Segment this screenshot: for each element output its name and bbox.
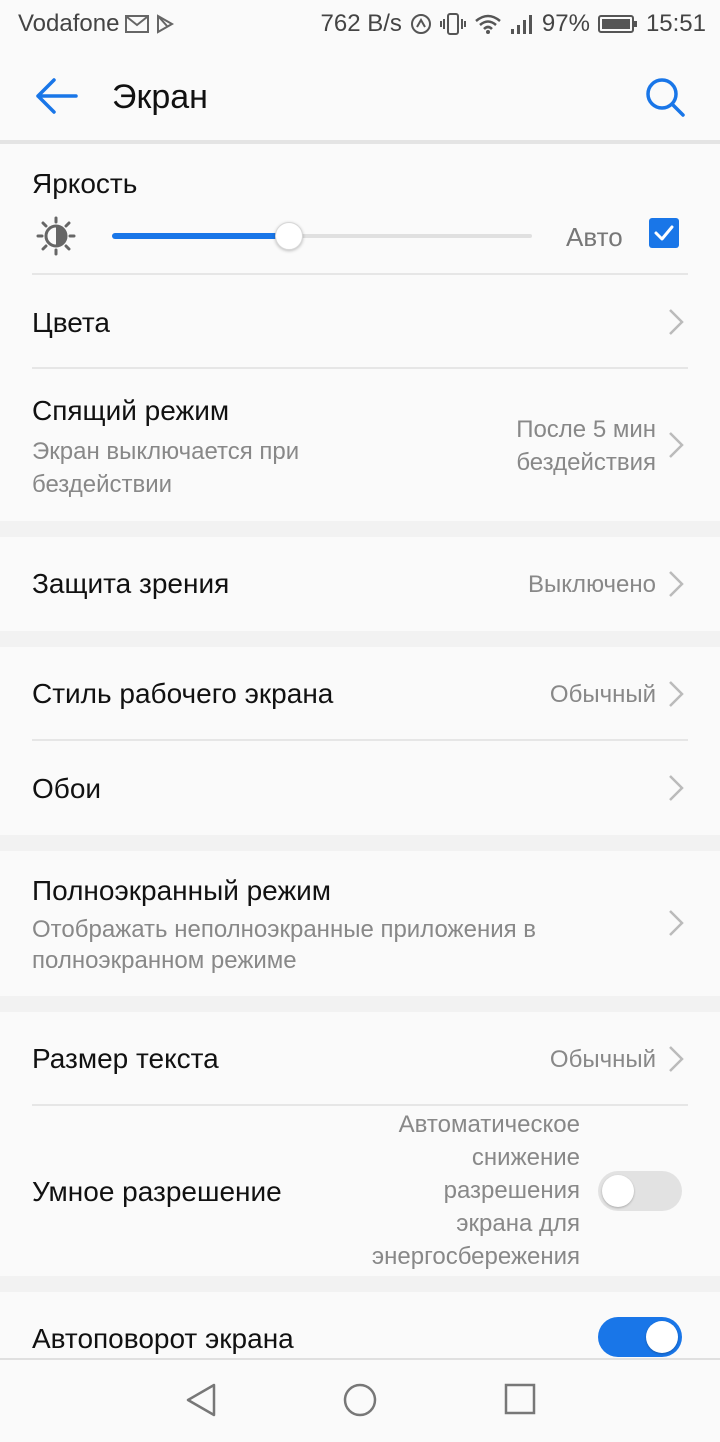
brightness-label: Яркость [32,168,138,199]
auto-rotate-row: Автоповорот экрана [0,1292,720,1358]
chevron-right-icon [668,1045,684,1073]
auto-brightness-checkbox-icon[interactable] [649,218,679,253]
sleep-subtitle-line2: бездействии [32,471,173,498]
sleep-subtitle-line1: Экран выключается при [32,438,300,465]
toggle-knob [646,1321,678,1353]
eye-comfort-group: Защита зрения Выключено [0,537,720,631]
chevron-right-icon [668,774,684,802]
smart-resolution-toggle[interactable] [598,1171,682,1211]
carrier-name: Vodafone [18,10,120,37]
network-speed: 762 B/s [320,10,402,37]
toggle-knob [602,1175,634,1207]
rotate-group: Автоповорот экрана [0,1292,720,1358]
auto-rotate-toggle[interactable] [598,1317,682,1357]
recents-square-icon[interactable] [504,1383,536,1420]
search-icon[interactable] [644,76,686,118]
brightness-sun-icon [36,216,76,261]
smart-resolution-description: Автоматическое снижение разрешения экран… [372,1108,580,1273]
chevron-right-icon [668,308,684,336]
smart-resolution-desc-line: снижение [471,1144,580,1171]
app-bar: Экран [0,50,720,144]
vibrate-icon [439,12,466,36]
text-size-value: Обычный [549,1046,656,1073]
wallpaper-label: Обои [32,773,102,804]
colors-row[interactable]: Цвета [0,275,720,369]
battery-percent: 97% [541,10,590,37]
smart-resolution-label: Умное разрешение [32,1176,282,1207]
status-bar: Vodafone 762 B/s 97% 15:51 [0,0,720,50]
clock: 15:51 [645,10,706,37]
back-triangle-icon[interactable] [184,1382,218,1423]
brightness-slider-thumb[interactable] [275,222,304,250]
display-group-main: Яркость Авто Цвета Спящий режим Экран вы… [0,144,720,521]
chevron-right-icon [668,680,684,708]
auto-rotate-label: Автоповорот экрана [32,1323,294,1354]
data-saver-icon [410,13,432,35]
text-size-row[interactable]: Размер текста Обычный [0,1012,720,1106]
fullscreen-subtitle-line2: полноэкранном режиме [32,947,297,974]
page-title: Экран [112,78,208,116]
fullscreen-subtitle-line1: Отображать неполноэкранные приложения в [32,916,537,943]
back-arrow-icon[interactable] [34,78,78,114]
colors-label: Цвета [32,307,110,338]
play-store-notification-icon [155,14,175,34]
home-style-label: Стиль рабочего экрана [32,678,334,709]
fullscreen-group: Полноэкранный режим Отображать неполноэк… [0,851,720,996]
chevron-right-icon [668,570,684,598]
mail-notification-icon [125,14,150,34]
text-group: Размер текста Обычный Умное разрешение А… [0,1012,720,1276]
auto-brightness-label: Авто [566,222,623,252]
text-size-label: Размер текста [32,1043,219,1074]
smart-resolution-desc-line: энергосбережения [371,1243,580,1270]
fullscreen-label: Полноэкранный режим [32,875,332,906]
sleep-label: Спящий режим [32,395,230,426]
home-circle-icon[interactable] [342,1382,378,1423]
chevron-right-icon [668,431,684,459]
home-style-row[interactable]: Стиль рабочего экрана Обычный [0,647,720,741]
eye-comfort-value: Выключено [528,571,656,598]
battery-icon [597,14,638,34]
sleep-value-line1: После 5 мин [516,416,656,443]
home-group: Стиль рабочего экрана Обычный Обои [0,647,720,835]
wallpaper-row[interactable]: Обои [0,741,720,835]
brightness-row: Яркость Авто [0,144,720,275]
eye-comfort-label: Защита зрения [32,568,230,599]
sleep-row[interactable]: Спящий режим Экран выключается при безде… [0,369,720,521]
home-style-value: Обычный [549,681,656,708]
smart-resolution-desc-line: разрешения [443,1177,580,1204]
brightness-slider-fill [112,233,289,239]
smart-resolution-row: Умное разрешение Автоматическое снижение… [0,1106,720,1276]
eye-comfort-row[interactable]: Защита зрения Выключено [0,537,720,631]
smart-resolution-desc-line: экрана для [456,1210,580,1237]
smart-resolution-desc-line: Автоматическое [398,1111,580,1138]
fullscreen-row[interactable]: Полноэкранный режим Отображать неполноэк… [0,851,720,996]
navigation-bar [0,1358,720,1442]
chevron-right-icon [668,909,684,937]
signal-icon [510,13,534,35]
sleep-value-line2: бездействия [516,449,656,476]
brightness-slider[interactable] [112,220,532,252]
wifi-icon [474,13,502,35]
